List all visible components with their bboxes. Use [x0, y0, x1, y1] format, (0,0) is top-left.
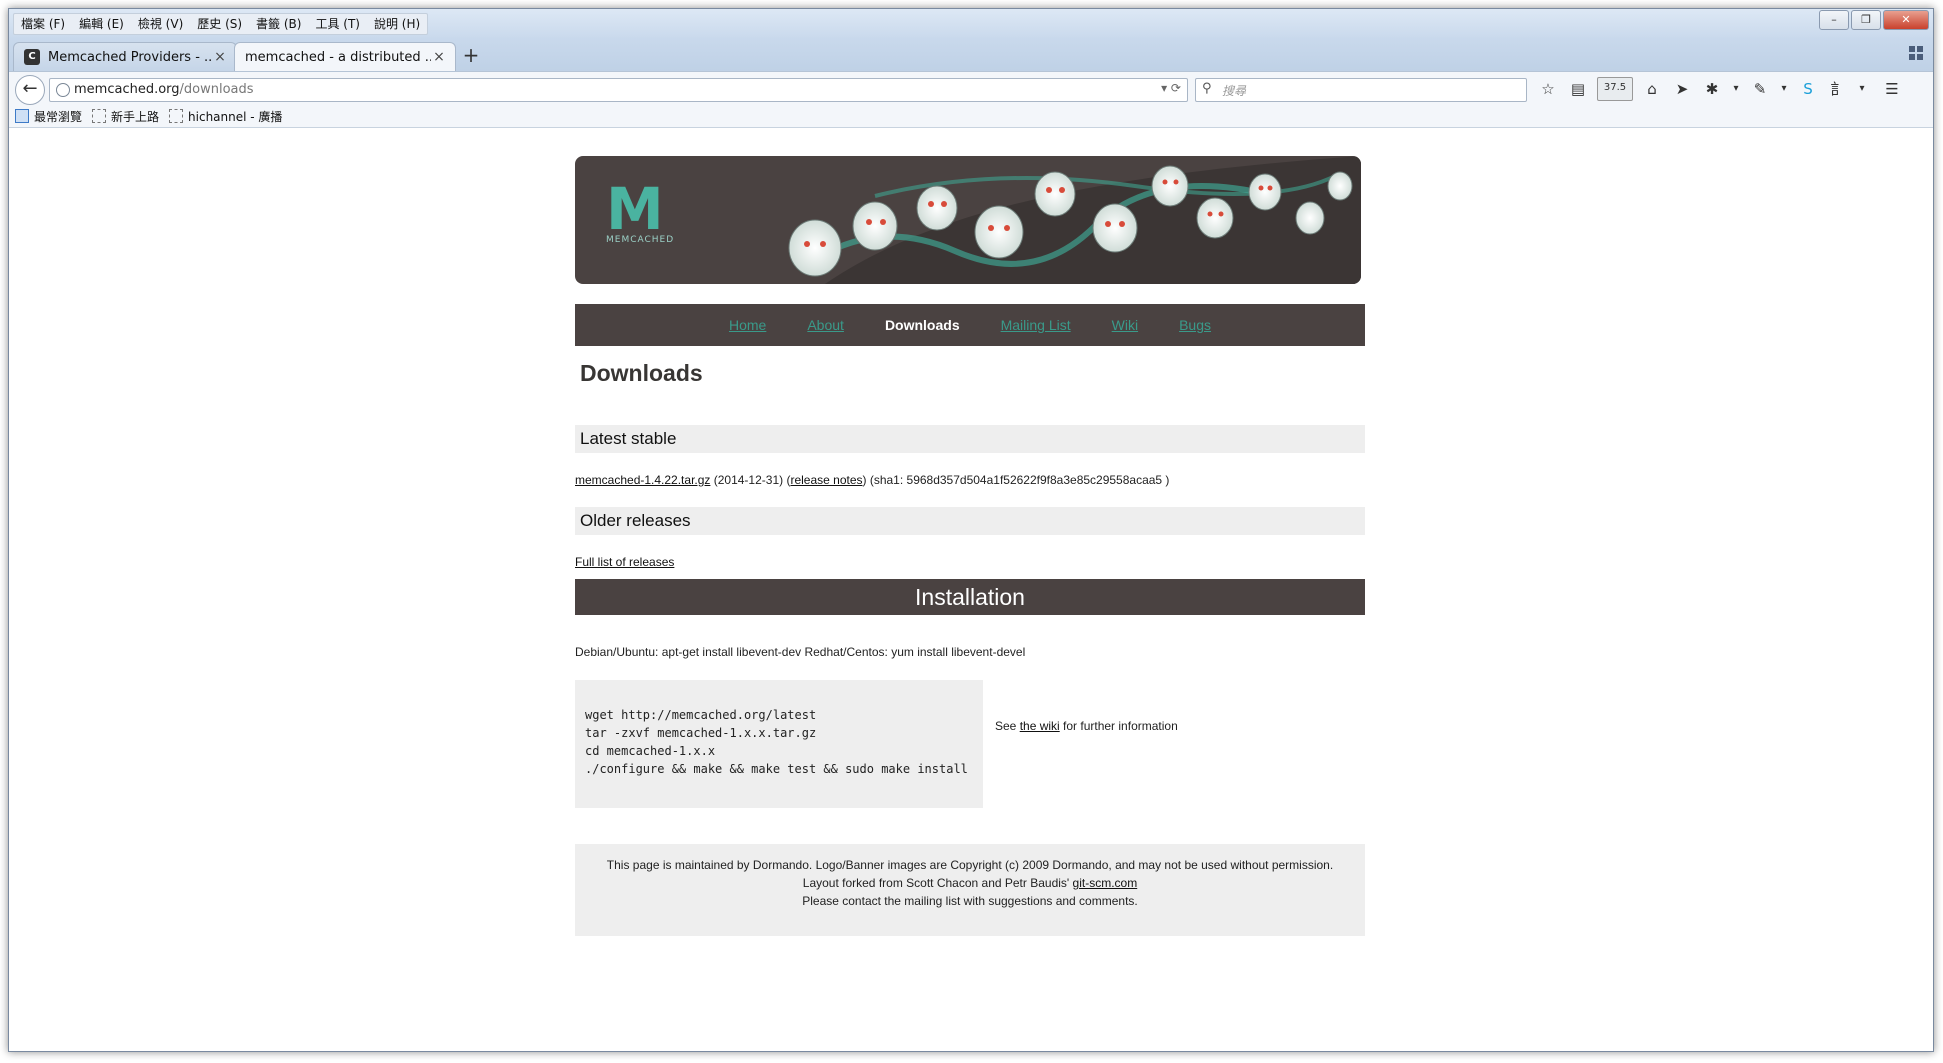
git-scm-link[interactable]: git-scm.com	[1073, 876, 1138, 890]
title-bar: 檔案 (F) 編輯 (E) 檢視 (V) 歷史 (S) 書籤 (B) 工具 (T…	[9, 9, 1933, 39]
menu-tools[interactable]: 工具 (T)	[308, 14, 367, 34]
restore-button[interactable]: ❐	[1851, 10, 1881, 30]
bookmark-icon	[15, 109, 29, 123]
bookmark-icon	[169, 109, 184, 123]
tab-memcached-distributed[interactable]: memcached - a distributed ... ×	[234, 42, 456, 71]
skype-icon[interactable]: S	[1797, 78, 1819, 100]
footer: This page is maintained by Dormando. Log…	[575, 844, 1365, 936]
addon-icon[interactable]: ✱	[1701, 78, 1723, 100]
tab-strip: C Memcached Providers - ... × memcached …	[9, 37, 1933, 71]
footer-contact: Please contact the mailing list with sug…	[802, 894, 1138, 908]
banner: M MEMCACHED	[575, 156, 1361, 284]
tab-close-icon[interactable]: ×	[431, 49, 447, 65]
pen-icon[interactable]: ✎	[1749, 78, 1771, 100]
close-window-button[interactable]: ✕	[1883, 10, 1929, 30]
menu-history[interactable]: 歷史 (S)	[190, 14, 249, 34]
favicon-icon: C	[24, 49, 40, 65]
search-placeholder: 搜尋	[1222, 84, 1247, 98]
sha1-text: ) (sha1: 5968d357d504a1f52622f9f8a3e85c2…	[862, 473, 1170, 487]
install-code-block: wget http://memcached.org/latest tar -zx…	[575, 680, 983, 808]
latest-tarball-link[interactable]: memcached-1.4.22.tar.gz	[575, 473, 710, 487]
nav-bugs-link[interactable]: Bugs	[1179, 317, 1211, 333]
menu-help[interactable]: 說明 (H)	[367, 14, 427, 34]
page-content: M MEMCACHED Home About Downloads Mailing…	[9, 128, 1933, 1051]
chevron-down-icon[interactable]: ▾	[1731, 78, 1741, 100]
url-bar[interactable]: memcached.org/downloads ▾ ⟳	[49, 78, 1188, 102]
nav-wiki-link[interactable]: Wiki	[1112, 317, 1138, 333]
chevron-down-icon[interactable]: ▾	[1857, 78, 1867, 100]
back-arrow-icon[interactable]: ←	[15, 75, 45, 105]
menu-bookmarks[interactable]: 書籤 (B)	[249, 14, 308, 34]
reading-list-icon[interactable]: ▤	[1567, 78, 1589, 100]
footer-layout-credit: Layout forked from Scott Chacon and Petr…	[802, 876, 1138, 890]
minimize-button[interactable]: –	[1819, 10, 1849, 30]
full-list-line: Full list of releases	[575, 555, 674, 569]
reload-icon[interactable]: ▾ ⟳	[1161, 81, 1181, 95]
nav-home-link[interactable]: Home	[729, 317, 766, 333]
toolbar-icons: ☆ ▤ 37.5 ⌂ ➤ ✱ ▾ ✎ ▾ S 訁 ▾ ☰	[1537, 77, 1903, 101]
window-controls: – ❐ ✕	[1819, 10, 1929, 30]
search-icon: ⚲	[1202, 81, 1212, 96]
latest-stable-heading: Latest stable	[575, 425, 1365, 453]
nav-about-link[interactable]: About	[807, 317, 844, 333]
bookmarks-toolbar: 最常瀏覽 新手上路 hichannel - 廣播	[9, 105, 1933, 128]
nav-mailing-list-link[interactable]: Mailing List	[1001, 317, 1071, 333]
url-text: memcached.org/downloads	[74, 82, 254, 97]
menu-view[interactable]: 檢視 (V)	[131, 14, 190, 34]
latest-date: (2014-12-31) (	[710, 473, 791, 487]
installation-heading: Installation	[575, 579, 1365, 615]
send-icon[interactable]: ➤	[1671, 78, 1693, 100]
tab-title: memcached - a distributed ...	[245, 49, 431, 65]
search-input[interactable]: ⚲ 搜尋	[1195, 78, 1527, 102]
dependencies-text: Debian/Ubuntu: apt-get install libevent-…	[575, 645, 1026, 659]
full-list-link[interactable]: Full list of releases	[575, 555, 674, 569]
globe-icon	[56, 83, 70, 97]
tab-title: Memcached Providers - ...	[48, 49, 212, 65]
footer-copyright: This page is maintained by Dormando. Log…	[606, 858, 1334, 872]
navigation-toolbar: ← memcached.org/downloads ▾ ⟳ ⚲ 搜尋 ☆ ▤ 3…	[9, 71, 1933, 106]
tab-groups-icon[interactable]	[1909, 46, 1925, 62]
browser-window: 檔案 (F) 編輯 (E) 檢視 (V) 歷史 (S) 書籤 (B) 工具 (T…	[8, 8, 1934, 1052]
release-notes-link[interactable]: release notes	[790, 473, 862, 487]
bookmark-most-visited[interactable]: 最常瀏覽	[15, 108, 82, 125]
nav-downloads-link[interactable]: Downloads	[885, 317, 960, 333]
the-wiki-link[interactable]: the wiki	[1020, 719, 1060, 733]
bookmark-icon	[92, 109, 107, 123]
older-releases-heading: Older releases	[575, 507, 1365, 535]
hamburger-menu-icon[interactable]: ☰	[1881, 78, 1903, 100]
page-title: Downloads	[580, 360, 703, 386]
latest-release-line: memcached-1.4.22.tar.gz (2014-12-31) (re…	[575, 473, 1169, 487]
weather-widget[interactable]: 37.5	[1597, 77, 1633, 101]
bookmark-hichannel[interactable]: hichannel - 廣播	[169, 108, 282, 125]
tab-close-icon[interactable]: ×	[212, 49, 228, 65]
bookmark-getting-started[interactable]: 新手上路	[92, 108, 159, 125]
tab-memcached-providers[interactable]: C Memcached Providers - ... ×	[13, 42, 237, 71]
new-tab-button[interactable]: +	[460, 45, 482, 67]
banner-creatures-illustration	[788, 156, 1361, 284]
site-nav: Home About Downloads Mailing List Wiki B…	[575, 304, 1365, 346]
star-bookmark-icon[interactable]: ☆	[1537, 78, 1559, 100]
menu-file[interactable]: 檔案 (F)	[14, 14, 72, 34]
chevron-down-icon[interactable]: ▾	[1779, 78, 1789, 100]
see-wiki-line: See the wiki for further information	[995, 719, 1178, 733]
translate-icon[interactable]: 訁	[1827, 78, 1849, 100]
menu-edit[interactable]: 編輯 (E)	[72, 14, 131, 34]
menu-bar: 檔案 (F) 編輯 (E) 檢視 (V) 歷史 (S) 書籤 (B) 工具 (T…	[13, 13, 429, 35]
home-icon[interactable]: ⌂	[1641, 78, 1663, 100]
